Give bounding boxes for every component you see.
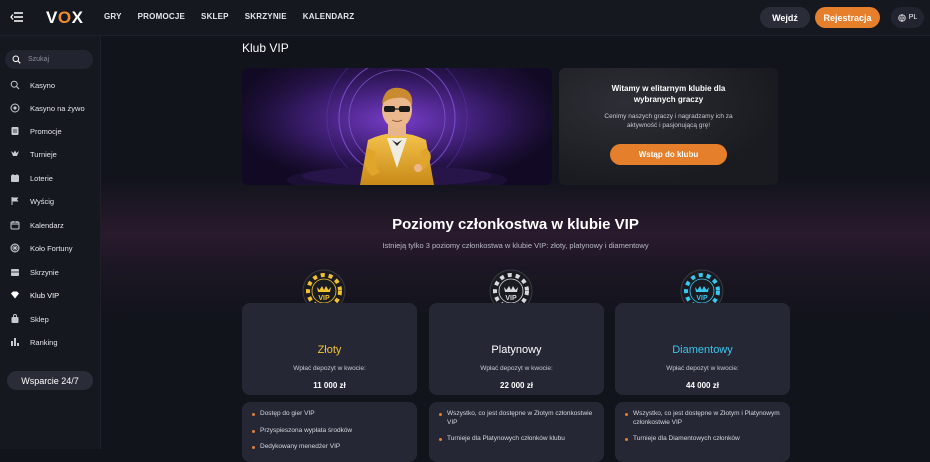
deposit-label: Wpłać depozyt w kwocie: bbox=[293, 365, 366, 372]
benefits-card-gold: Dostęp do gier VIP Przyspieszona wypłata… bbox=[242, 402, 417, 462]
sidebar-item-promotions[interactable]: Promocje bbox=[10, 124, 62, 138]
nav-shop[interactable]: SKLEP bbox=[201, 12, 229, 21]
search-placeholder: Szukaj bbox=[28, 56, 50, 63]
sidebar-item-race[interactable]: Wyścig bbox=[10, 194, 54, 208]
sidebar-item-lotteries[interactable]: Loterie bbox=[10, 171, 53, 185]
level-name: Złoty bbox=[317, 344, 342, 356]
calendar-icon bbox=[10, 220, 20, 230]
deposit-label: Wpłać depozyt w kwocie: bbox=[666, 365, 739, 372]
sidebar-item-label: Sklep bbox=[30, 314, 49, 324]
logo[interactable]: VOX bbox=[46, 8, 83, 28]
platinum-chip-text: VIP bbox=[505, 295, 517, 302]
sidebar-item-casino[interactable]: Kasyno bbox=[10, 78, 55, 92]
nav-calendar[interactable]: KALENDARZ bbox=[303, 12, 355, 21]
vip-promo-card: Witamy w elitarnym klubie dla wybranych … bbox=[559, 68, 778, 185]
promo-title: Witamy w elitarnym klubie dla wybranych … bbox=[611, 84, 726, 104]
benefit-item: Wszystko, co jest dostępne w Złotym i Pl… bbox=[625, 410, 780, 426]
login-button[interactable]: Wejdź bbox=[760, 7, 810, 28]
sidebar-item-calendar[interactable]: Kalendarz bbox=[10, 218, 64, 232]
nav-games[interactable]: GRY bbox=[104, 12, 122, 21]
vip-banner-image bbox=[242, 68, 552, 185]
register-button[interactable]: Rejestracja bbox=[815, 7, 880, 28]
sidebar: Szukaj Kasyno Kasyno na żywo Promocje Tu… bbox=[0, 36, 101, 449]
sidebar-item-vip-club[interactable]: Klub VIP bbox=[10, 288, 59, 302]
deposit-value: 22 000 zł bbox=[500, 381, 533, 390]
sidebar-item-label: Promocje bbox=[30, 126, 62, 136]
support-button[interactable]: Wsparcie 24/7 bbox=[7, 371, 93, 390]
sidebar-item-label: Koło Fortuny bbox=[30, 243, 73, 253]
benefit-item: Dedykowany menedżer VIP bbox=[252, 443, 407, 452]
sidebar-item-label: Kasyno bbox=[30, 80, 56, 90]
main-content: Klub VIP Witamy w elitarnym klubie dla w… bbox=[101, 36, 930, 462]
sidebar-item-label: Kalendarz bbox=[30, 220, 64, 230]
sidebar-item-label: Turnieje bbox=[30, 149, 57, 159]
benefit-item: Przyspieszona wypłata środków bbox=[252, 427, 407, 436]
sidebar-item-label: Wyścig bbox=[30, 196, 55, 206]
gold-chip-text: VIP bbox=[318, 295, 330, 302]
top-bar: VOX GRY PROMOCJE SKLEP SKRZYNIE KALENDAR… bbox=[0, 0, 930, 36]
sidebar-item-ranking[interactable]: Ranking bbox=[10, 335, 58, 349]
level-card-gold: Złoty Wpłać depozyt w kwocie: 11 000 zł bbox=[242, 303, 417, 395]
levels-subtitle: Istnieją tylko 3 poziomy członkostwa w k… bbox=[382, 241, 649, 250]
ranking-bars-icon bbox=[10, 337, 20, 347]
sidebar-item-chests[interactable]: Skrzynie bbox=[10, 265, 59, 279]
benefits-card-platinum: Wszystko, co jest dostępne w Złotym czło… bbox=[429, 402, 604, 462]
promo-text: Cenimy naszych graczy i nagradzamy ich z… bbox=[604, 113, 733, 129]
diamond-chip-text: VIP bbox=[696, 295, 708, 302]
search-icon-alt bbox=[10, 80, 20, 90]
levels-title: Poziomy członkostwa w klubie VIP bbox=[392, 216, 639, 233]
sidebar-item-label: Ranking bbox=[30, 337, 58, 347]
level-card-diamond: Diamentowy Wpłać depozyt w kwocie: 44 00… bbox=[615, 303, 790, 395]
sidebar-item-label: Loterie bbox=[30, 173, 53, 183]
benefits-card-diamond: Wszystko, co jest dostępne w Złotym i Pl… bbox=[615, 402, 790, 462]
chest-icon bbox=[10, 267, 20, 277]
diamond-icon bbox=[10, 290, 20, 300]
level-name: Platynowy bbox=[491, 344, 542, 356]
lottery-ticket-icon bbox=[10, 173, 20, 183]
nav-promotions[interactable]: PROMOCJE bbox=[138, 12, 185, 21]
nav-chests[interactable]: SKRZYNIE bbox=[245, 12, 287, 21]
fortune-wheel-icon bbox=[10, 243, 20, 253]
sidebar-item-live-casino[interactable]: Kasyno na żywo bbox=[10, 101, 85, 115]
deposit-value: 44 000 zł bbox=[686, 381, 719, 390]
benefit-item: Turnieje dla Diamentowych członków bbox=[625, 435, 780, 444]
sidebar-item-label: Klub VIP bbox=[30, 290, 60, 300]
benefit-item: Dostęp do gier VIP bbox=[252, 410, 407, 419]
live-casino-icon bbox=[10, 103, 20, 113]
shop-bag-icon bbox=[10, 314, 20, 324]
level-card-platinum: Platynowy Wpłać depozyt w kwocie: 22 000… bbox=[429, 303, 604, 395]
search-icon bbox=[12, 55, 21, 64]
benefit-item: Turnieje dla Platynowych członków klubu bbox=[439, 435, 594, 444]
trophy-icon bbox=[10, 149, 20, 159]
deposit-value: 11 000 zł bbox=[313, 381, 346, 390]
sidebar-item-shop[interactable]: Sklep bbox=[10, 312, 49, 326]
promotions-icon bbox=[10, 126, 20, 136]
level-name: Diamentowy bbox=[672, 344, 733, 356]
page-title: Klub VIP bbox=[242, 41, 289, 55]
race-flag-icon bbox=[10, 196, 20, 206]
search-input[interactable]: Szukaj bbox=[5, 50, 93, 69]
deposit-label: Wpłać depozyt w kwocie: bbox=[480, 365, 553, 372]
language-selector[interactable]: PL bbox=[891, 7, 924, 28]
sidebar-item-label: Kasyno na żywo bbox=[30, 103, 85, 113]
sidebar-item-fortune-wheel[interactable]: Koło Fortuny bbox=[10, 241, 73, 255]
language-code: PL bbox=[908, 14, 918, 21]
sidebar-item-tournaments[interactable]: Turnieje bbox=[10, 147, 57, 161]
menu-collapse-icon[interactable] bbox=[10, 10, 24, 24]
main-nav: GRY PROMOCJE SKLEP SKRZYNIE KALENDARZ bbox=[104, 12, 370, 21]
globe-icon bbox=[898, 13, 906, 22]
sidebar-item-label: Skrzynie bbox=[30, 267, 59, 277]
benefit-item: Wszystko, co jest dostępne w Złotym czło… bbox=[439, 410, 593, 426]
join-club-button[interactable]: Wstąp do klubu bbox=[610, 144, 727, 165]
